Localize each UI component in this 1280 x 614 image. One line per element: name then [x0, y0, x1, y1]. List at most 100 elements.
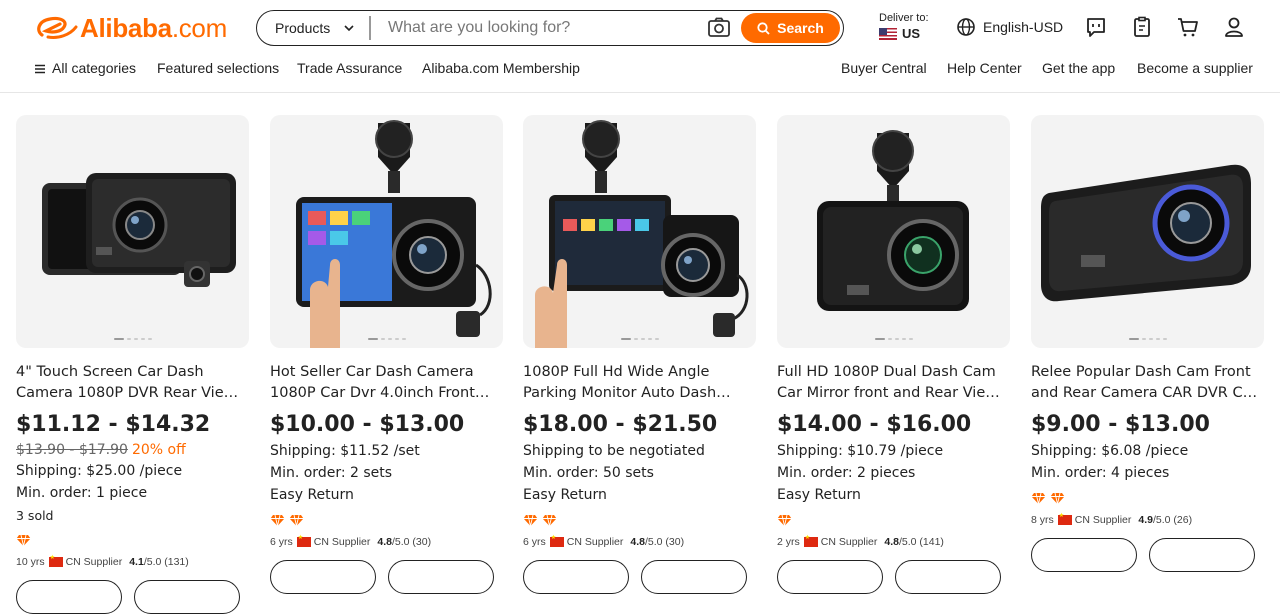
supplier-info[interactable]: 2 yrs CN Supplier 4.8/5.0 (141)	[777, 534, 1010, 548]
message-icon[interactable]	[1084, 15, 1108, 39]
search-input[interactable]	[371, 13, 707, 43]
product-title[interactable]: Relee Popular Dash Cam Front and Rear Ca…	[1031, 362, 1264, 404]
discount-badge: 20% off	[131, 442, 186, 458]
language-label: English-USD	[983, 19, 1064, 35]
nav-featured-selections[interactable]: Featured selections	[157, 60, 279, 76]
language-currency-selector[interactable]: English-USD	[956, 17, 1063, 37]
deliver-to[interactable]: Deliver to: US	[879, 12, 929, 41]
nav-trade-assurance[interactable]: Trade Assurance	[297, 60, 402, 76]
product-price: $9.00 - $13.00	[1031, 412, 1210, 437]
country-code: US	[902, 26, 921, 41]
sold-count: 3 sold	[16, 508, 54, 523]
china-flag-icon	[296, 534, 311, 547]
product-title[interactable]: Full HD 1080P Dual Dash Cam Car Mirror f…	[777, 362, 1010, 404]
product-card[interactable]: 1080P Full Hd Wide Angle Parking Monitor…	[523, 115, 756, 595]
supplier-info[interactable]: 10 yrs CN Supplier 4.1/5.0 (131)	[16, 554, 249, 568]
nav-get-app[interactable]: Get the app	[1042, 60, 1115, 76]
dash-cam-image	[535, 120, 749, 348]
search-button-label: Search	[777, 20, 824, 36]
search-category-label: Products	[275, 20, 331, 36]
supplier-info[interactable]: 6 yrs CN Supplier 4.8/5.0 (30)	[270, 534, 503, 548]
contact-supplier-button[interactable]	[777, 560, 883, 594]
diamond-icon	[16, 534, 31, 547]
search-category-select[interactable]: Products	[257, 16, 371, 40]
strikethrough-price: $13.90 - $17.90	[16, 442, 128, 458]
nav-help-center[interactable]: Help Center	[947, 60, 1022, 76]
supplier-country: CN Supplier	[313, 536, 371, 548]
orders-icon[interactable]	[1130, 15, 1154, 39]
us-flag-icon	[879, 27, 897, 40]
chat-now-button[interactable]	[134, 580, 240, 614]
nav-all-categories[interactable]: All categories	[52, 60, 136, 76]
product-title[interactable]: 1080P Full Hd Wide Angle Parking Monitor…	[523, 362, 756, 404]
dash-cam-image	[1041, 164, 1251, 302]
diamond-icon	[289, 514, 304, 527]
nav-membership[interactable]: Alibaba.com Membership	[422, 60, 580, 76]
supplier-info[interactable]: 6 yrs CN Supplier 4.8/5.0 (30)	[523, 534, 756, 548]
min-order: Min. order: 2 pieces	[777, 465, 916, 481]
card-actions	[16, 580, 249, 614]
easy-return: Easy Return	[523, 487, 607, 503]
image-search-icon[interactable]	[707, 17, 731, 39]
supplier-years: 6 yrs	[523, 536, 546, 548]
min-order: Min. order: 2 sets	[270, 465, 393, 481]
product-price: $11.12 - $14.32	[16, 412, 211, 437]
nav-buyer-central[interactable]: Buyer Central	[841, 60, 927, 76]
cart-icon[interactable]	[1176, 15, 1200, 39]
search-button[interactable]: Search	[741, 13, 840, 43]
supplier-years: 6 yrs	[270, 536, 293, 548]
menu-icon	[35, 64, 45, 74]
chat-now-button[interactable]	[1149, 538, 1255, 572]
china-flag-icon	[803, 534, 818, 547]
search-bar: Products Search	[256, 10, 844, 46]
image-carousel-dots	[874, 338, 913, 340]
product-price: $10.00 - $13.00	[270, 412, 465, 437]
card-actions	[270, 560, 503, 594]
shipping-info: Shipping to be negotiated	[523, 443, 705, 459]
product-image[interactable]	[1031, 115, 1264, 348]
dash-cam-image	[42, 173, 236, 287]
easy-return: Easy Return	[777, 487, 861, 503]
product-title[interactable]: Hot Seller Car Dash Camera 1080P Car Dvr…	[270, 362, 503, 404]
product-image[interactable]	[777, 115, 1010, 348]
contact-supplier-button[interactable]	[1031, 538, 1137, 572]
diamond-icon	[523, 514, 538, 527]
globe-icon	[957, 18, 975, 36]
chat-now-button[interactable]	[641, 560, 747, 594]
nav-become-supplier[interactable]: Become a supplier	[1137, 60, 1253, 76]
card-actions	[777, 560, 1010, 594]
contact-supplier-button[interactable]	[523, 560, 629, 594]
logo-word: Alibaba	[80, 12, 172, 43]
product-image[interactable]	[523, 115, 756, 348]
alibaba-logo[interactable]: Alibaba.com	[34, 12, 227, 44]
shipping-info: Shipping: $11.52 /set	[270, 443, 420, 459]
supplier-info[interactable]: 8 yrs CN Supplier 4.9/5.0 (26)	[1031, 512, 1264, 526]
supplier-score-count: /5.0 (30)	[644, 536, 685, 548]
verified-badges	[270, 514, 503, 530]
contact-supplier-button[interactable]	[16, 580, 122, 614]
supplier-score-count: /5.0 (26)	[1152, 514, 1193, 526]
supplier-score-count: /5.0 (131)	[143, 556, 189, 568]
diamond-icon	[777, 514, 792, 527]
product-card[interactable]: 4" Touch Screen Car Dash Camera 1080P DV…	[16, 115, 249, 614]
product-card[interactable]: Full HD 1080P Dual Dash Cam Car Mirror f…	[777, 115, 1010, 595]
supplier-score-count: /5.0 (141)	[898, 536, 944, 548]
alibaba-logo-icon	[37, 16, 78, 39]
contact-supplier-button[interactable]	[270, 560, 376, 594]
account-icon[interactable]	[1222, 15, 1246, 39]
logo-suffix: .com	[171, 12, 227, 43]
product-image[interactable]	[270, 115, 503, 348]
dash-cam-image	[296, 120, 492, 348]
china-flag-icon	[549, 534, 564, 547]
product-card[interactable]: Hot Seller Car Dash Camera 1080P Car Dvr…	[270, 115, 503, 595]
product-image[interactable]	[16, 115, 249, 348]
image-carousel-dots	[113, 338, 152, 340]
deliver-country: US	[879, 26, 929, 41]
supplier-country: CN Supplier	[65, 556, 123, 568]
chat-now-button[interactable]	[895, 560, 1001, 594]
image-carousel-dots	[620, 338, 659, 340]
supplier-score: 4.8	[884, 536, 899, 548]
chat-now-button[interactable]	[388, 560, 494, 594]
product-card[interactable]: Relee Popular Dash Cam Front and Rear Ca…	[1031, 115, 1264, 595]
product-title[interactable]: 4" Touch Screen Car Dash Camera 1080P DV…	[16, 362, 249, 404]
